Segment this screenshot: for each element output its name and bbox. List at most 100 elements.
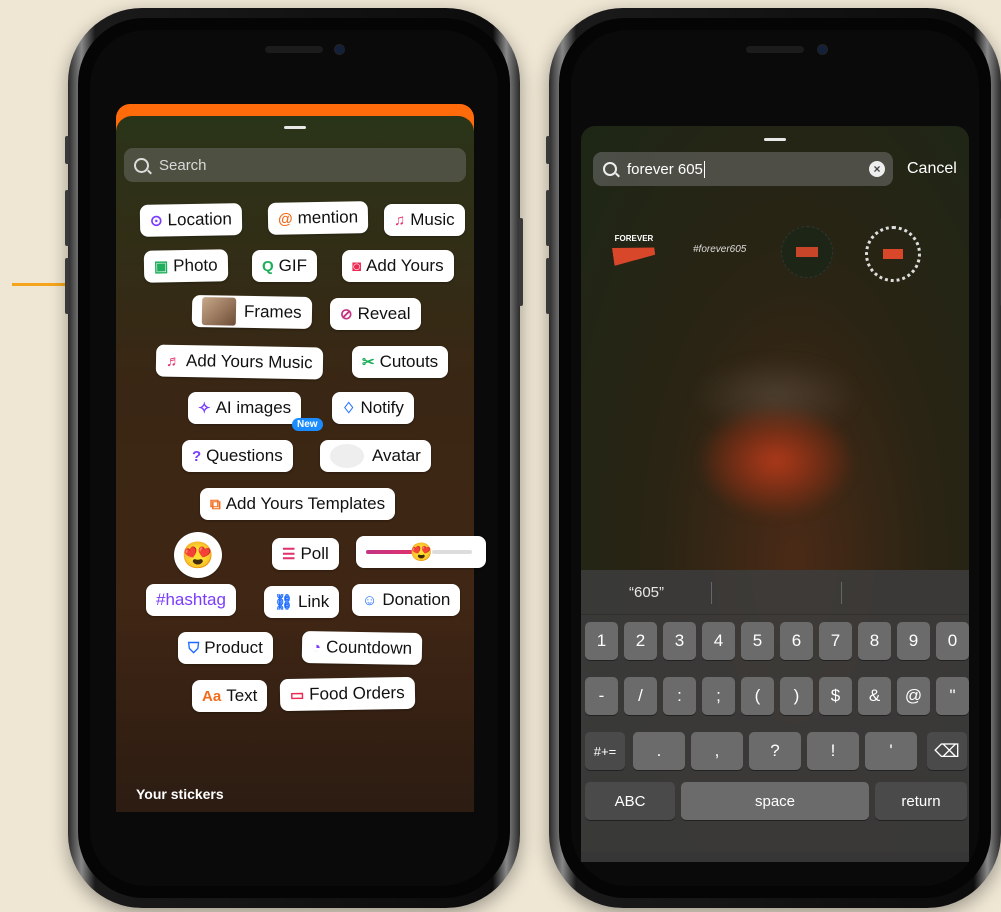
sticker-link[interactable]: ⛓ Link bbox=[264, 586, 340, 618]
new-badge: New bbox=[292, 418, 323, 431]
key-2[interactable]: 3 bbox=[663, 622, 696, 660]
key-4[interactable]: ' bbox=[865, 732, 917, 770]
sticker-search-field[interactable]: forever 605 × bbox=[593, 152, 893, 186]
key-0[interactable]: - bbox=[585, 677, 618, 715]
sticker-cutouts[interactable]: ✂ Cutouts bbox=[352, 346, 449, 378]
numeric-keyboard: “605” 1234567890 - /:;() $ & @ " #+= .,?! ' ⌫ … bbox=[581, 570, 969, 862]
key-3[interactable]: ! bbox=[807, 732, 859, 770]
key-7[interactable]: & bbox=[858, 677, 891, 715]
key-1[interactable]: , bbox=[691, 732, 743, 770]
music-add-icon: ♬ bbox=[165, 352, 182, 370]
key-4[interactable]: 5 bbox=[741, 622, 774, 660]
badge-round-pennant bbox=[883, 249, 903, 259]
key-3[interactable]: 4 bbox=[702, 622, 735, 660]
avatar-icon bbox=[330, 444, 364, 468]
earpiece bbox=[746, 46, 804, 53]
sticker-countdown[interactable]: ◔ Countdown bbox=[301, 630, 423, 666]
sticker-music[interactable]: ♫ Music bbox=[384, 204, 465, 236]
sticker-emoji-reaction[interactable]: 😍 bbox=[174, 532, 222, 578]
sticker-add-yours-templates[interactable]: ⧉ Add Yours Templates bbox=[200, 488, 396, 520]
suggestion-605[interactable]: “605” bbox=[629, 584, 664, 601]
suggestion-divider-1 bbox=[711, 582, 712, 604]
your-stickers-heading: Your stickers bbox=[136, 786, 224, 802]
sparkle-icon: ✧ bbox=[198, 400, 211, 417]
volume-down-button bbox=[546, 258, 550, 314]
key-9[interactable]: 0 bbox=[936, 622, 969, 660]
result-sticker-forever-pennant[interactable]: FOREVER bbox=[609, 226, 659, 276]
sticker-gif[interactable]: Q GIF bbox=[252, 250, 318, 282]
volume-down-button bbox=[65, 258, 69, 314]
search-icon bbox=[134, 157, 149, 173]
sticker-text[interactable]: Aa Text bbox=[192, 680, 268, 712]
shift-symbols-key[interactable]: #+= bbox=[585, 732, 625, 770]
predictive-bar: “605” bbox=[581, 570, 969, 615]
slider-track-filled bbox=[366, 550, 416, 554]
key-7[interactable]: 8 bbox=[858, 622, 891, 660]
pennant-icon bbox=[612, 242, 656, 266]
frame-photo-icon bbox=[201, 297, 237, 326]
gif-search-icon: Q bbox=[262, 257, 274, 275]
key-5[interactable]: 6 bbox=[780, 622, 813, 660]
volume-up-button bbox=[546, 190, 550, 246]
key-1[interactable]: / bbox=[624, 677, 657, 715]
key-8[interactable]: 9 bbox=[897, 622, 930, 660]
key-6[interactable]: $ bbox=[819, 677, 852, 715]
return-key[interactable]: return bbox=[875, 782, 967, 820]
sticker-frames[interactable]: Frames bbox=[191, 294, 312, 330]
drag-handle[interactable] bbox=[764, 138, 786, 141]
heart-eyes-emoji-icon: 😍 bbox=[181, 539, 215, 570]
space-key[interactable]: space bbox=[681, 782, 869, 820]
bell-icon: ♢ bbox=[342, 400, 356, 417]
key-0[interactable]: 1 bbox=[585, 622, 618, 660]
sticker-emoji-slider[interactable]: 😍 bbox=[356, 536, 486, 568]
sticker-location[interactable]: ⊙ Location bbox=[139, 203, 243, 237]
key-9[interactable]: " bbox=[936, 677, 969, 715]
sticker-donation[interactable]: ☺ Donation bbox=[352, 584, 461, 616]
sticker-hashtag[interactable]: #hashtag bbox=[146, 584, 236, 616]
delete-key-icon[interactable]: ⌫ bbox=[927, 732, 967, 770]
drag-handle[interactable] bbox=[284, 126, 306, 129]
sticker-add-yours[interactable]: ◙ Add Yours bbox=[342, 250, 454, 282]
key-4[interactable]: ( bbox=[741, 677, 774, 715]
key-1[interactable]: 2 bbox=[624, 622, 657, 660]
sticker-questions[interactable]: ? Questions bbox=[182, 440, 293, 472]
clear-search-icon[interactable]: × bbox=[869, 161, 885, 177]
key-0[interactable]: . bbox=[633, 732, 685, 770]
sticker-notify[interactable]: ♢ Notify bbox=[332, 392, 414, 424]
key-2[interactable]: ? bbox=[749, 732, 801, 770]
key-5[interactable]: ) bbox=[780, 677, 813, 715]
scissors-icon: ✂ bbox=[362, 354, 375, 371]
cancel-button[interactable]: Cancel bbox=[907, 160, 957, 178]
result-sticker-hashtag[interactable]: #forever605 bbox=[693, 226, 763, 276]
question-icon: ? bbox=[192, 447, 202, 465]
mute-switch bbox=[65, 136, 69, 164]
eye-slash-icon: ⊘ bbox=[340, 306, 353, 323]
sticker-food-orders[interactable]: ▭ Food Orders bbox=[279, 676, 415, 712]
sticker-add-yours-music[interactable]: ♬ Add Yours Music bbox=[155, 344, 323, 380]
badge-dark-icon bbox=[781, 226, 833, 278]
location-pin-icon: ⊙ bbox=[149, 212, 163, 230]
sticker-photo[interactable]: ▣ Photo bbox=[143, 249, 228, 283]
key-3[interactable]: ; bbox=[702, 677, 735, 715]
sticker-reveal[interactable]: ⊘ Reveal bbox=[330, 298, 421, 330]
search-icon bbox=[603, 162, 617, 176]
slider-emoji-icon: 😍 bbox=[410, 541, 433, 562]
key-6[interactable]: 7 bbox=[819, 622, 852, 660]
front-camera bbox=[334, 44, 345, 55]
key-8[interactable]: @ bbox=[897, 677, 930, 715]
sticker-search-input[interactable]: Search bbox=[124, 148, 466, 182]
sticker-mention[interactable]: @ mention bbox=[267, 201, 369, 235]
sticker-poll[interactable]: ☰ Poll bbox=[272, 538, 339, 570]
sticker-product[interactable]: ⛉ Product bbox=[178, 632, 273, 664]
sticker-ai-images[interactable]: ✧ AI images bbox=[188, 392, 302, 424]
left-screen: Search ⊙ Location @ mention ♫ Music ▣ Photo … bbox=[90, 30, 498, 886]
sticker-avatar[interactable]: Avatar bbox=[320, 440, 431, 472]
abc-key[interactable]: ABC bbox=[585, 782, 675, 820]
result-sticker-badge-round[interactable] bbox=[865, 226, 921, 282]
suggestion-divider-2 bbox=[841, 582, 842, 604]
key-2[interactable]: : bbox=[663, 677, 696, 715]
shopping-bag-icon: ⛉ bbox=[188, 639, 200, 657]
volume-up-button bbox=[65, 190, 69, 246]
at-icon: @ bbox=[277, 209, 293, 228]
result-sticker-badge-dark[interactable] bbox=[781, 226, 833, 278]
